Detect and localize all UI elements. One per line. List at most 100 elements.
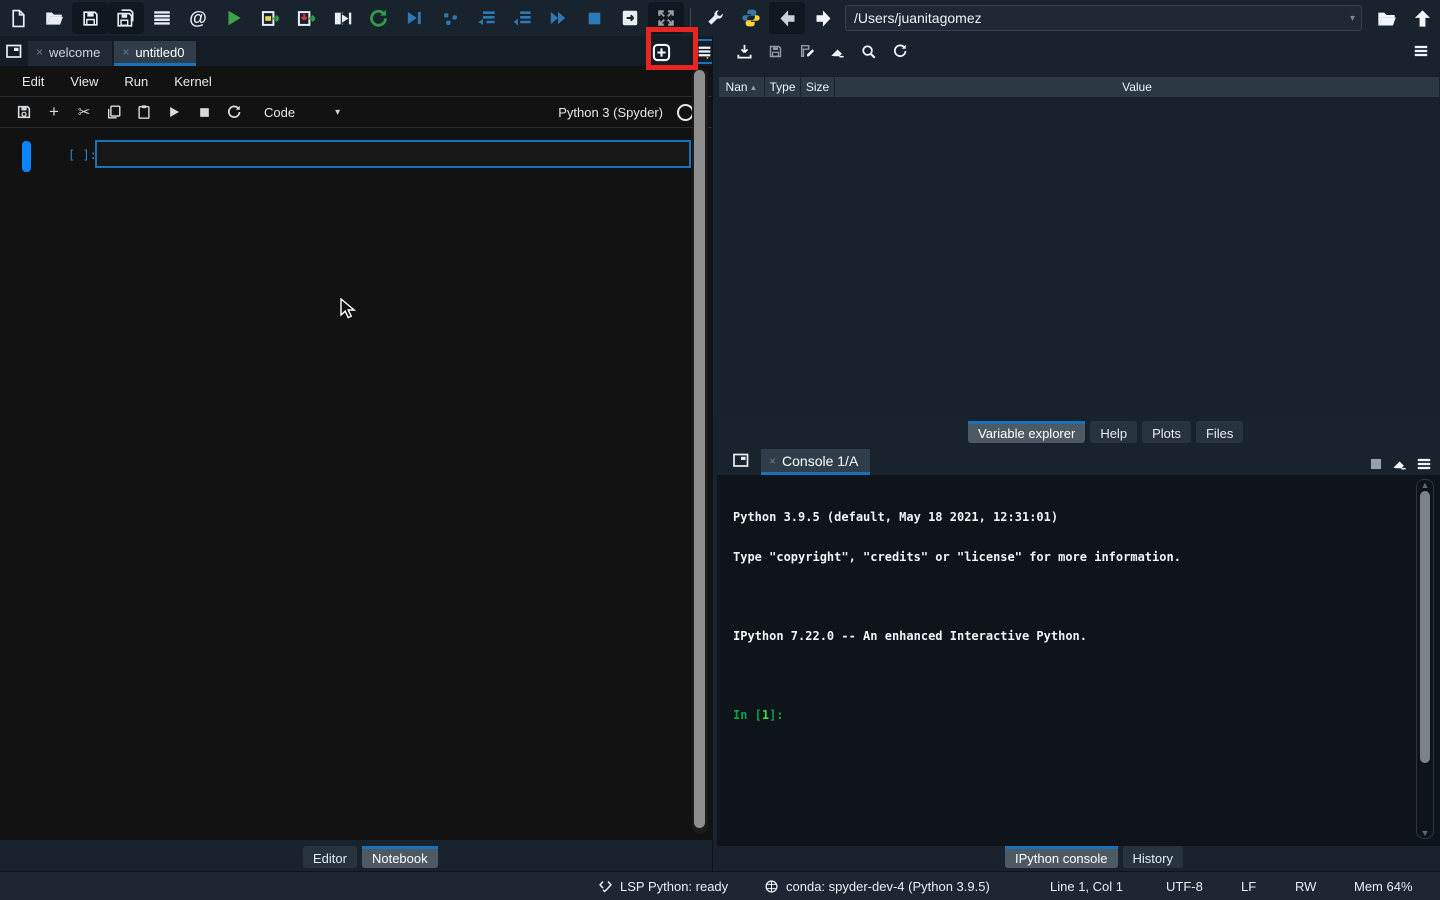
- debug-continue-button[interactable]: [540, 2, 576, 34]
- save-all-icon: [116, 8, 136, 28]
- debug-step-button[interactable]: [432, 2, 468, 34]
- tab-welcome[interactable]: × welcome: [28, 41, 112, 66]
- console-scrollbar[interactable]: ▲ ▼: [1416, 479, 1434, 839]
- browse-tabs-button[interactable]: [727, 446, 755, 474]
- tab-help[interactable]: Help: [1090, 421, 1137, 443]
- save-edit-icon: [799, 43, 815, 59]
- rerun-icon: [368, 8, 389, 29]
- tab-notebook[interactable]: Notebook: [362, 846, 438, 868]
- column-header-value[interactable]: Value: [835, 77, 1439, 97]
- close-icon[interactable]: ×: [769, 455, 776, 467]
- column-header-type[interactable]: Type: [765, 77, 801, 97]
- permissions-label: RW: [1295, 879, 1316, 894]
- run-external-button[interactable]: [612, 2, 648, 34]
- run-selection-button[interactable]: [324, 2, 360, 34]
- menu-kernel[interactable]: Kernel: [174, 74, 212, 89]
- step-return-button[interactable]: [504, 2, 540, 34]
- step-over-button[interactable]: [468, 2, 504, 34]
- run-cell-button[interactable]: [252, 2, 288, 34]
- preferences-button[interactable]: [697, 2, 733, 34]
- save-icon: [768, 44, 783, 59]
- scroll-down-icon[interactable]: ▼: [1421, 828, 1430, 838]
- console-corner-icons: [1369, 455, 1432, 472]
- browse-working-directory-button[interactable]: [1368, 2, 1404, 34]
- cell-prompt: [ ]:: [68, 148, 97, 162]
- console-output[interactable]: Python 3.9.5 (default, May 18 2021, 12:3…: [717, 475, 1440, 846]
- notebook-scrollbar-thumb[interactable]: [694, 70, 705, 828]
- forward-button[interactable]: [805, 2, 841, 34]
- menu-run[interactable]: Run: [124, 74, 148, 89]
- open-file-button[interactable]: [36, 2, 72, 34]
- cut-cell-button[interactable]: ✂: [70, 99, 98, 125]
- tab-untitled0[interactable]: × untitled0: [114, 41, 196, 66]
- tab-plots[interactable]: Plots: [1142, 421, 1191, 443]
- tab-editor[interactable]: Editor: [303, 846, 357, 868]
- tab-console-1a[interactable]: × Console 1/A: [761, 449, 870, 475]
- paste-cell-button[interactable]: [130, 99, 158, 125]
- tab-history[interactable]: History: [1123, 846, 1183, 868]
- run-to-line-button[interactable]: [396, 2, 432, 34]
- arrow-left-icon: [777, 8, 798, 29]
- copy-cell-button[interactable]: [100, 99, 128, 125]
- refresh-icon: [892, 43, 908, 59]
- menu-edit[interactable]: Edit: [22, 74, 44, 89]
- save-file-button[interactable]: [72, 2, 108, 34]
- add-cell-button[interactable]: +: [40, 99, 68, 125]
- outline-explorer-button[interactable]: [144, 2, 180, 34]
- chevron-down-icon[interactable]: ▾: [1348, 13, 1357, 24]
- save-data-as-button[interactable]: [791, 38, 822, 64]
- new-file-icon: [9, 9, 28, 28]
- new-file-button[interactable]: [0, 2, 36, 34]
- close-icon[interactable]: ×: [36, 46, 43, 58]
- variable-explorer-table[interactable]: [717, 97, 1440, 419]
- import-data-button[interactable]: [729, 38, 760, 64]
- console-line: IPython 7.22.0 -- An enhanced Interactiv…: [733, 630, 1410, 643]
- menu-view[interactable]: View: [70, 74, 98, 89]
- console-options-menu-button[interactable]: [1416, 456, 1432, 472]
- tab-ipython-console-label: IPython console: [1015, 851, 1108, 866]
- lsp-status[interactable]: LSP Python: ready: [598, 872, 728, 900]
- stop-debug-button[interactable]: [576, 2, 612, 34]
- refresh-variables-button[interactable]: [884, 38, 915, 64]
- working-directory-combobox[interactable]: /Users/juanitagomez ▾: [845, 5, 1362, 31]
- permissions-status: RW: [1295, 872, 1316, 900]
- fast-forward-icon: [548, 8, 568, 28]
- interrupt-kernel-button[interactable]: [1369, 457, 1383, 471]
- column-header-size[interactable]: Size: [801, 77, 835, 97]
- tab-files[interactable]: Files: [1196, 421, 1243, 443]
- tab-variable-explorer[interactable]: Variable explorer: [968, 421, 1085, 443]
- scroll-up-icon[interactable]: ▲: [1421, 480, 1430, 490]
- parent-directory-button[interactable]: [1404, 2, 1440, 34]
- save-all-button[interactable]: [108, 2, 144, 34]
- restart-kernel-button[interactable]: [220, 99, 248, 125]
- find-symbols-button[interactable]: @: [180, 2, 216, 34]
- rerun-cell-button[interactable]: [360, 2, 396, 34]
- kernel-name-label: Python 3 (Spyder): [558, 105, 663, 120]
- save-data-button[interactable]: [760, 38, 791, 64]
- python-env-button[interactable]: [733, 2, 769, 34]
- run-cell-button[interactable]: [160, 99, 188, 125]
- maximize-icon: [656, 8, 676, 28]
- download-icon: [736, 43, 753, 60]
- run-selection-icon: [332, 8, 353, 29]
- cell-editor[interactable]: [95, 140, 691, 168]
- lsp-icon: [598, 879, 613, 894]
- back-button[interactable]: [769, 2, 805, 34]
- browse-tabs-button[interactable]: [0, 37, 28, 65]
- save-notebook-button[interactable]: [10, 99, 38, 125]
- console-scrollbar-thumb[interactable]: [1420, 491, 1430, 763]
- remove-variables-button[interactable]: [822, 38, 853, 64]
- tab-files-label: Files: [1206, 426, 1233, 441]
- close-icon[interactable]: ×: [122, 46, 129, 58]
- clear-console-button[interactable]: [1391, 455, 1408, 472]
- mouse-cursor: [340, 298, 358, 320]
- interrupt-kernel-button[interactable]: [190, 99, 218, 125]
- run-file-button[interactable]: [216, 2, 252, 34]
- column-header-name[interactable]: Nan ▲: [719, 77, 765, 97]
- pane-options-menu-button[interactable]: [1405, 38, 1436, 64]
- search-variables-button[interactable]: [853, 38, 884, 64]
- run-cell-advance-button[interactable]: [288, 2, 324, 34]
- conda-env-status[interactable]: conda: spyder-dev-4 (Python 3.9.5): [764, 872, 990, 900]
- cell-type-select[interactable]: Code ▾: [264, 105, 340, 120]
- tab-ipython-console[interactable]: IPython console: [1005, 846, 1118, 868]
